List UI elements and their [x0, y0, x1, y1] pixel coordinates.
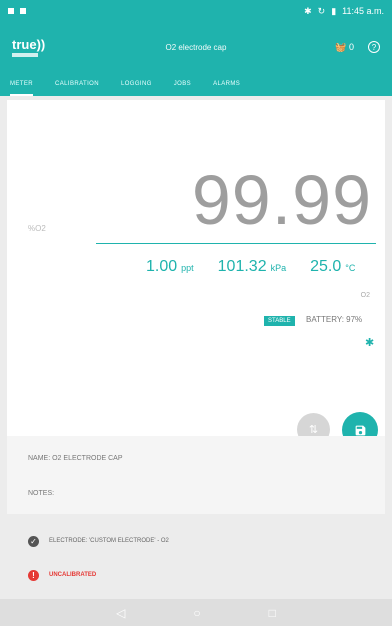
- calibration-status-text: UNCALIBRATED: [49, 572, 97, 578]
- primary-unit-label: %O2: [28, 224, 46, 233]
- app-bar: true)) O2 electrode cap 🧺 0 ?: [0, 22, 392, 72]
- details-section: [7, 436, 385, 514]
- status-right: ✱ ↻ ▮ 11:45 a.m.: [304, 6, 384, 17]
- primary-reading: 99.99: [191, 161, 372, 239]
- logo-text: true: [12, 37, 37, 52]
- tab-alarms[interactable]: ALARMS: [213, 72, 240, 96]
- device-name: NAME: O2 ELECTRODE CAP: [28, 455, 123, 462]
- reading-temp: 25.0 °C: [310, 258, 355, 276]
- status-bar: ✱ ↻ ▮ 11:45 a.m.: [0, 0, 392, 22]
- bluetooth-status-icon: ✱: [304, 5, 312, 16]
- reading-temp-unit: °C: [345, 263, 356, 273]
- calibration-status-row[interactable]: ! UNCALIBRATED: [0, 561, 392, 589]
- reading-temp-value: 25.0: [310, 258, 342, 275]
- clock: 11:45 a.m.: [342, 6, 384, 16]
- navigation-bar: ◁ ○ □: [0, 599, 392, 626]
- cart-button[interactable]: 🧺 0: [335, 42, 354, 53]
- sensor-label: O2: [360, 292, 370, 299]
- secondary-readings: 1.00 ppt 101.32 kPa 25.0 °C: [146, 258, 355, 276]
- reading-ppt-unit: ppt: [181, 263, 194, 273]
- basket-icon: 🧺: [335, 41, 347, 52]
- electrode-status-text: ELECTRODE: 'CUSTOM ELECTRODE' - O2: [49, 538, 169, 544]
- reading-ppt: 1.00 ppt: [146, 258, 194, 276]
- status-left: [8, 8, 26, 14]
- reading-ppt-value: 1.00: [146, 258, 178, 275]
- error-icon: !: [28, 569, 39, 581]
- sync-icon: ↻: [317, 5, 326, 16]
- app-actions: 🧺 0 ?: [335, 41, 380, 53]
- wifi-logo-icon: )): [36, 37, 46, 52]
- electrode-status-row[interactable]: ✓ ELECTRODE: 'CUSTOM ELECTRODE' - O2: [0, 527, 392, 555]
- battery-status: BATTERY: 97%: [306, 315, 363, 324]
- notification-icon: [8, 8, 14, 14]
- tab-bar: METER CALIBRATION LOGGING JOBS ALARMS: [0, 72, 392, 96]
- stable-badge: STABLE: [264, 316, 295, 326]
- app-logo: true)): [12, 37, 45, 57]
- save-icon: [355, 425, 365, 435]
- tab-meter[interactable]: METER: [10, 72, 33, 96]
- reading-kpa-unit: kPa: [270, 263, 287, 273]
- zero-icon: ⇅: [308, 424, 319, 436]
- help-icon: ?: [371, 42, 377, 52]
- battery-icon: ▮: [331, 5, 337, 16]
- tab-logging[interactable]: LOGGING: [121, 72, 152, 96]
- recents-button[interactable]: □: [269, 606, 276, 620]
- home-button[interactable]: ○: [193, 606, 200, 620]
- reading-divider: [96, 243, 376, 244]
- logo-underline: [12, 53, 38, 57]
- notification-icon: [20, 8, 26, 14]
- reading-kpa-value: 101.32: [217, 258, 267, 275]
- tab-jobs[interactable]: JOBS: [174, 72, 191, 96]
- page-title: O2 electrode cap: [165, 42, 227, 52]
- help-button[interactable]: ?: [368, 41, 380, 53]
- tab-calibration[interactable]: CALIBRATION: [55, 72, 99, 96]
- back-button[interactable]: ◁: [116, 606, 125, 620]
- device-notes[interactable]: NOTES:: [28, 490, 54, 497]
- cart-count: 0: [348, 41, 354, 52]
- check-icon: ✓: [28, 535, 39, 547]
- bluetooth-icon: ✱: [365, 337, 375, 349]
- reading-kpa: 101.32 kPa: [218, 258, 286, 276]
